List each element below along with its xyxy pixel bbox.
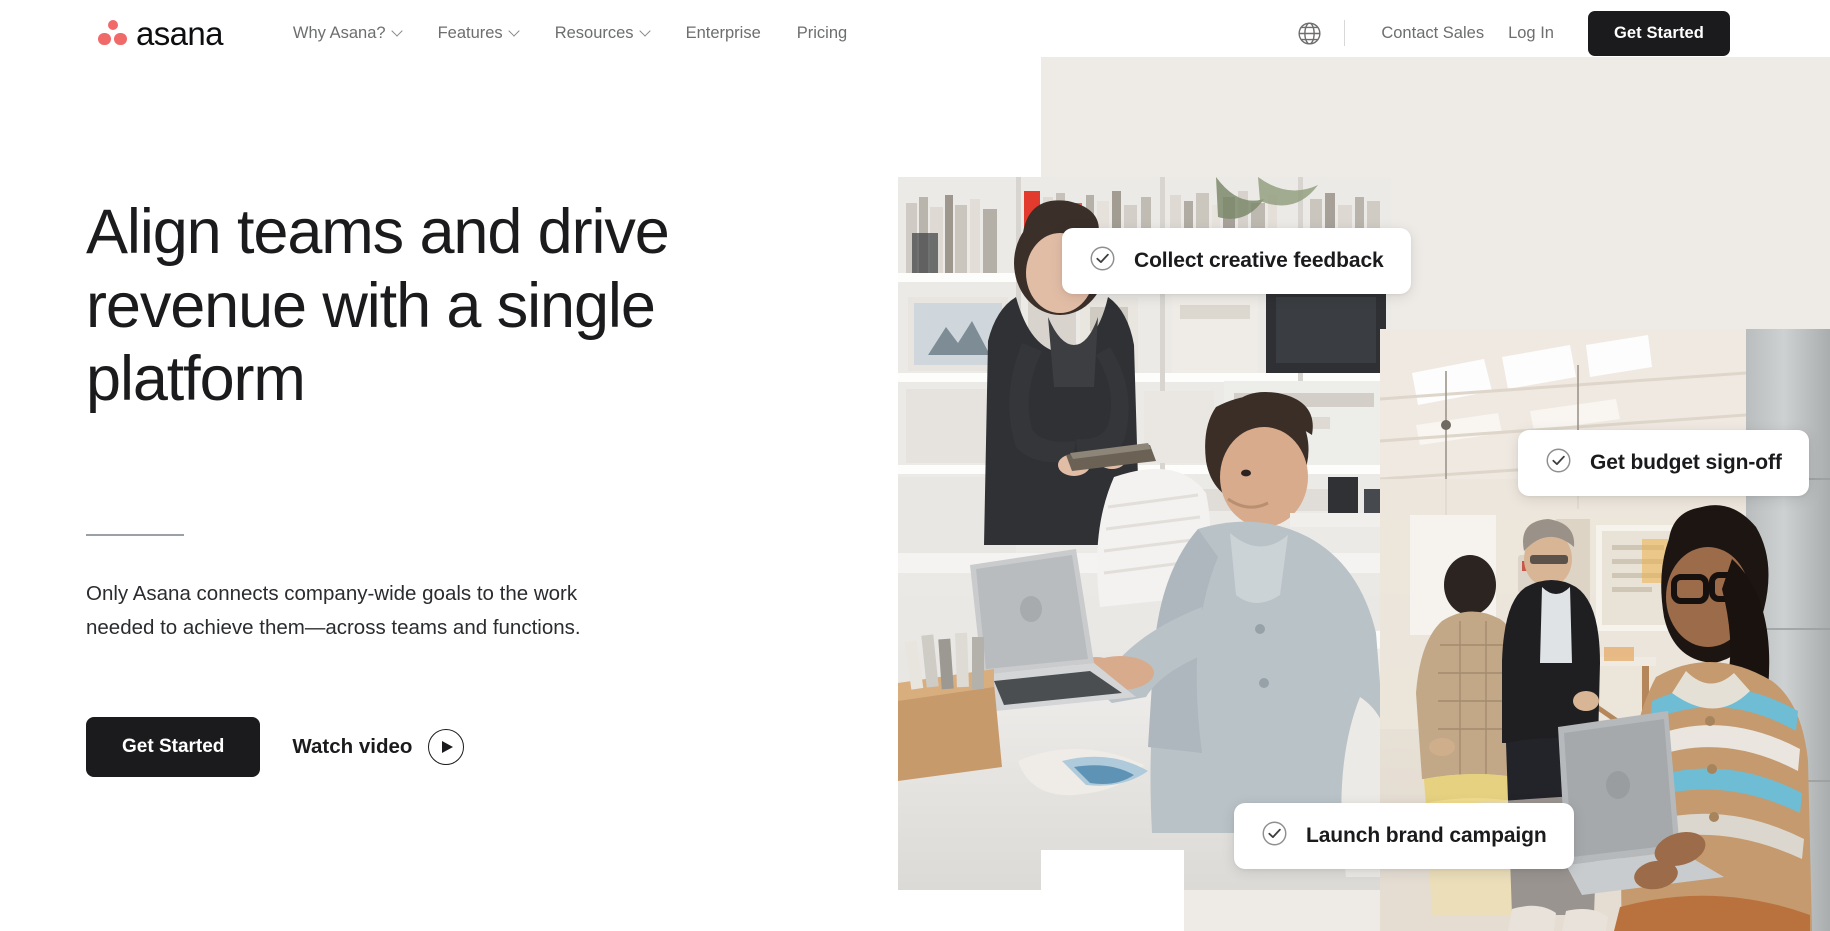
nav-item-resources[interactable]: Resources (537, 18, 668, 49)
watch-video-label: Watch video (292, 734, 413, 758)
art-bottom-left-notch (1041, 850, 1184, 931)
contact-sales-link[interactable]: Contact Sales (1369, 18, 1496, 49)
header-divider (1344, 20, 1346, 46)
chip-launch-brand-campaign[interactable]: Launch brand campaign (1234, 803, 1574, 869)
asana-dots-logo (98, 19, 128, 47)
check-circle-icon (1545, 447, 1572, 479)
chevron-down-icon (510, 27, 519, 36)
nav-label: Resources (554, 23, 634, 42)
nav-label: Features (437, 23, 503, 42)
hero-subtitle: Only Asana connects company-wide goals t… (86, 582, 581, 639)
asana-logo[interactable]: asana (98, 14, 224, 52)
header-actions: Contact Sales Log In Get Started (1292, 10, 1730, 56)
nav-item-enterprise[interactable]: Enterprise (668, 18, 779, 49)
asana-homepage-hero: asana Why Asana? Features Resources Ente… (0, 0, 1830, 931)
nav-item-why-asana[interactable]: Why Asana? (275, 18, 420, 49)
nav-label: Pricing (796, 23, 848, 42)
globe-icon[interactable] (1292, 16, 1326, 50)
page-title: Align teams and drive revenue with a sin… (86, 197, 670, 415)
header-get-started-button[interactable]: Get Started (1587, 10, 1730, 56)
primary-navigation: Why Asana? Features Resources Enterprise… (275, 18, 865, 49)
chip-label: Collect creative feedback (1134, 249, 1384, 272)
chip-get-budget-sign-off[interactable]: Get budget sign-off (1518, 430, 1809, 496)
nav-item-features[interactable]: Features (420, 18, 537, 49)
hero-get-started-button[interactable]: Get Started (86, 716, 261, 777)
nav-label: Enterprise (685, 23, 761, 42)
hero-content: Align teams and drive revenue with a sin… (86, 196, 746, 777)
log-in-link[interactable]: Log In (1496, 18, 1566, 49)
hero-divider (86, 534, 184, 537)
site-header: asana Why Asana? Features Resources Ente… (0, 0, 1830, 66)
check-circle-icon (1089, 245, 1116, 277)
nav-label: Why Asana? (292, 23, 386, 42)
chevron-down-icon (641, 27, 650, 36)
play-circle-icon (428, 728, 465, 765)
check-circle-icon (1261, 820, 1288, 852)
watch-video-button[interactable]: Watch video (292, 728, 465, 765)
chip-label: Launch brand campaign (1306, 824, 1547, 847)
hero-cta-row: Get Started Watch video (86, 716, 746, 777)
chip-label: Get budget sign-off (1590, 451, 1782, 474)
asana-wordmark: asana (136, 14, 224, 52)
chip-collect-creative-feedback[interactable]: Collect creative feedback (1062, 228, 1411, 294)
nav-item-pricing[interactable]: Pricing (779, 18, 865, 49)
chevron-down-icon (393, 27, 402, 36)
